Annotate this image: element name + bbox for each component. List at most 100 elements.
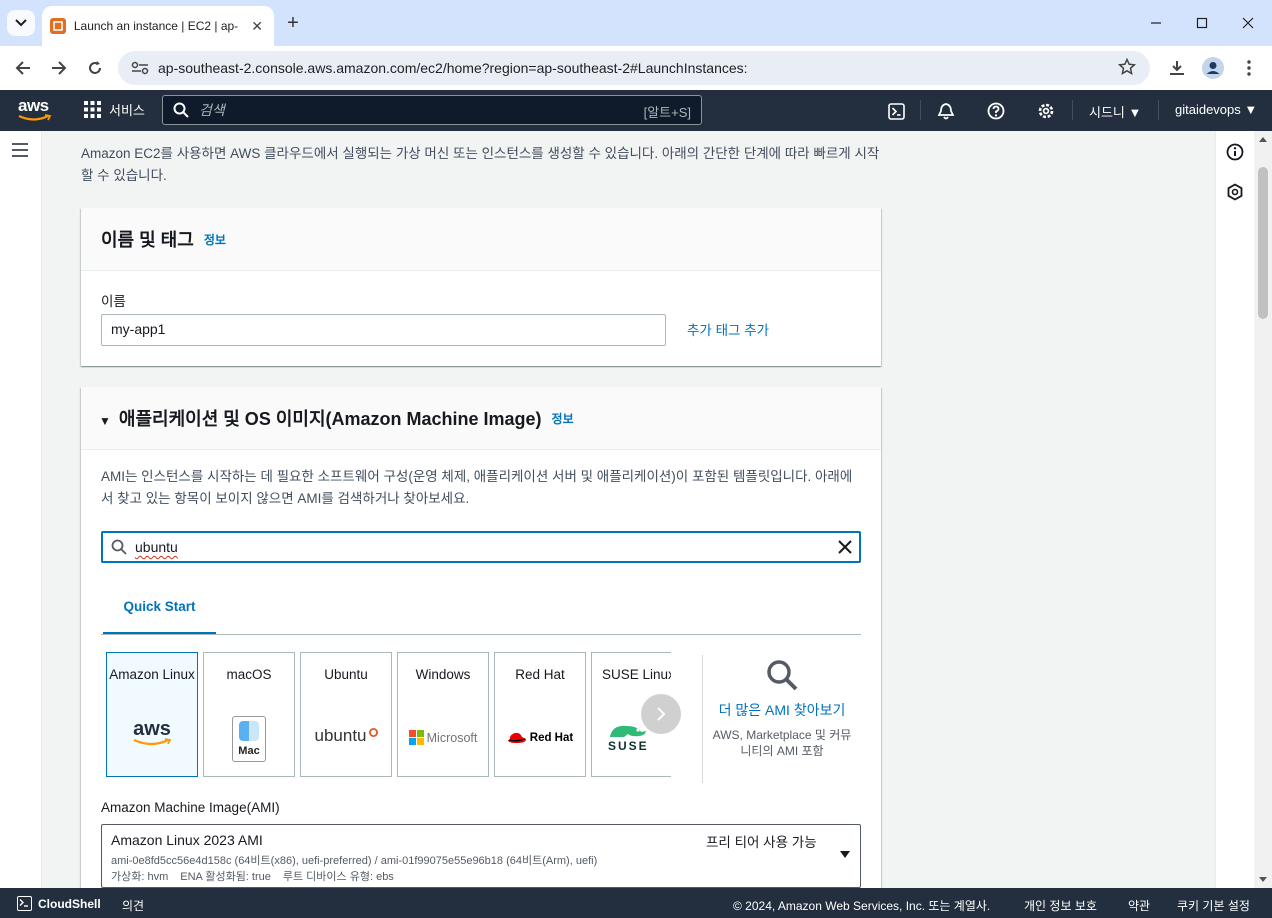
ami-description: AMI는 인스턴스를 시작하는 데 필요한 소프트웨어 구성(운영 체제, 애플… [101,469,853,506]
cloudshell-icon[interactable] [885,100,907,122]
info-link[interactable]: 정보 [204,233,226,247]
aws-logo-icon: aws [107,719,197,748]
account-menu[interactable]: gitaidevops ▼ [1175,102,1257,117]
page-scrollbar[interactable] [1254,131,1272,888]
address-bar[interactable]: ap-southeast-2.console.aws.amazon.com/ec… [118,51,1150,85]
aws-logo[interactable]: aws [18,97,52,124]
os-card-label: macOS [226,667,272,682]
back-arrow-icon[interactable] [10,55,36,81]
tab-quick-start[interactable]: Quick Start [103,597,216,635]
ami-search-input[interactable]: ubuntu [101,531,861,563]
scroll-up-arrow-icon[interactable] [1259,137,1267,142]
ami-select-dropdown[interactable]: Amazon Linux 2023 AMI 프리 티어 사용 가능 ami-0e… [101,824,861,888]
ubuntu-logo-icon: ubuntu [301,726,391,746]
os-card-amazon-linux[interactable]: Amazon Linux aws [106,652,198,777]
grid-menu-icon [84,101,101,118]
header-divider [1158,100,1159,120]
reload-icon[interactable] [82,55,108,81]
region-selector[interactable]: 시드니 ▼ [1089,102,1141,121]
redhat-logo-icon: Red Hat [495,731,585,745]
browser-toolbar: ap-southeast-2.console.aws.amazon.com/ec… [0,46,1272,90]
info-link[interactable]: 정보 [552,412,574,426]
aws-favicon-icon [50,18,66,34]
aws-smile-icon [18,114,52,121]
browser-tab-bar: Launch an instance | EC2 | ap- ✕ + [0,0,1272,46]
tab-title: Launch an instance | EC2 | ap- [73,19,239,33]
panel-title: 이름 및 태그 정보 [101,230,226,250]
panel-header[interactable]: ▼ 애플리케이션 및 OS 이미지(Amazon Machine Image) 정보 [81,387,881,450]
download-icon[interactable] [1164,55,1190,81]
settings-gear-icon[interactable] [1035,100,1057,122]
forward-arrow-icon[interactable] [46,55,72,81]
microsoft-logo-icon: Microsoft [398,730,488,745]
hamburger-menu-icon[interactable] [12,143,30,159]
services-menu[interactable]: 서비스 [84,100,145,119]
clear-search-icon[interactable] [837,539,853,555]
new-tab-icon[interactable]: + [282,12,304,34]
info-circle-icon[interactable] [1226,143,1244,161]
os-card-label: Amazon Linux [109,667,195,682]
browse-more-amis-link[interactable]: 더 많은 AMI 찾아보기 [711,699,853,721]
help-icon[interactable] [985,100,1007,122]
tab-search-button[interactable] [7,10,35,36]
instance-name-input[interactable]: my-app1 [101,314,666,346]
console-search-input[interactable]: 검색 [알트+S] [162,95,702,125]
privacy-link[interactable]: 개인 정보 보호 [1024,897,1097,914]
name-field-label: 이름 [101,294,126,309]
cookie-preferences-link[interactable]: 쿠키 기본 설정 [1177,897,1250,914]
cloudshell-link[interactable]: CloudShell [38,897,101,911]
os-card-windows[interactable]: Windows Microsoft [397,652,489,777]
header-divider [1072,100,1073,120]
site-info-icon[interactable] [130,58,150,78]
cloudshell-icon[interactable] [17,896,32,911]
scroll-down-arrow-icon[interactable] [1259,877,1267,882]
browser-menu-icon[interactable] [1236,55,1262,81]
notifications-bell-icon[interactable] [935,100,957,122]
hexagon-feedback-icon[interactable] [1226,183,1244,201]
browse-more-amis-subtext: AWS, Marketplace 및 커뮤니티의 AMI 포함 [712,728,852,758]
os-card-label: Windows [415,667,471,682]
intro-text: Amazon EC2를 사용하면 AWS 클라우드에서 실행되는 가상 머신 또… [81,146,880,183]
search-icon [111,539,127,555]
tools-rail [1215,131,1254,888]
search-shortcut-hint: [알트+S] [643,105,691,120]
caret-down-icon[interactable]: ▼ [99,414,111,428]
os-card-label: Red Hat [515,667,565,682]
ami-search-value: ubuntu [135,539,178,555]
terms-link[interactable]: 약관 [1128,897,1150,914]
bookmark-star-icon[interactable] [1118,58,1136,76]
services-label: 서비스 [109,103,145,118]
header-divider [920,100,921,120]
os-card-ubuntu[interactable]: Ubuntu ubuntu [300,652,392,777]
os-card-redhat[interactable]: Red Hat Red Hat [494,652,586,777]
ami-panel: ▼ 애플리케이션 및 OS 이미지(Amazon Machine Image) 정보… [81,387,881,907]
browse-more-amis[interactable]: 더 많은 AMI 찾아보기 AWS, Marketplace 및 커뮤니티의 A… [711,655,853,783]
maximize-icon[interactable] [1190,12,1214,34]
tab-close-icon[interactable]: ✕ [248,17,266,35]
scroll-thumb[interactable] [1258,167,1268,319]
side-nav-rail [0,131,42,888]
carousel-next-button[interactable] [641,694,681,734]
add-tags-link[interactable]: 추가 태그 추가 [687,319,769,339]
search-placeholder: 검색 [199,102,225,118]
os-card-label: Ubuntu [324,667,368,682]
browser-tab-active[interactable]: Launch an instance | EC2 | ap- ✕ [42,6,274,46]
caret-down-icon: ▼ [1128,105,1142,120]
window-close-icon[interactable] [1236,12,1260,34]
profile-avatar-icon[interactable] [1200,55,1226,81]
search-icon [173,102,189,118]
more-divider [702,655,703,783]
ami-selected-name: Amazon Linux 2023 AMI [111,832,263,848]
magnifier-icon [767,660,798,691]
os-card-macos[interactable]: macOS Mac [203,652,295,777]
os-card-label: SUSE Linux [602,667,671,682]
url-text: ap-southeast-2.console.aws.amazon.com/ec… [158,60,748,76]
feedback-link[interactable]: 의견 [122,897,144,914]
ami-selected-meta: 가상화: hvm ENA 활성화됨: true 루트 디바이스 유형: ebs [111,871,394,883]
mac-finder-icon: Mac [204,716,294,762]
console-footer: CloudShell 의견 © 2024, Amazon Web Service… [0,888,1272,918]
ami-selected-ids: ami-0e8fd5cc56e4d158c (64비트(x86), uefi-p… [111,855,598,867]
minimize-icon[interactable] [1144,12,1168,34]
chevron-right-icon [657,707,666,721]
copyright-text: © 2024, Amazon Web Services, Inc. 또는 계열사… [733,899,991,913]
